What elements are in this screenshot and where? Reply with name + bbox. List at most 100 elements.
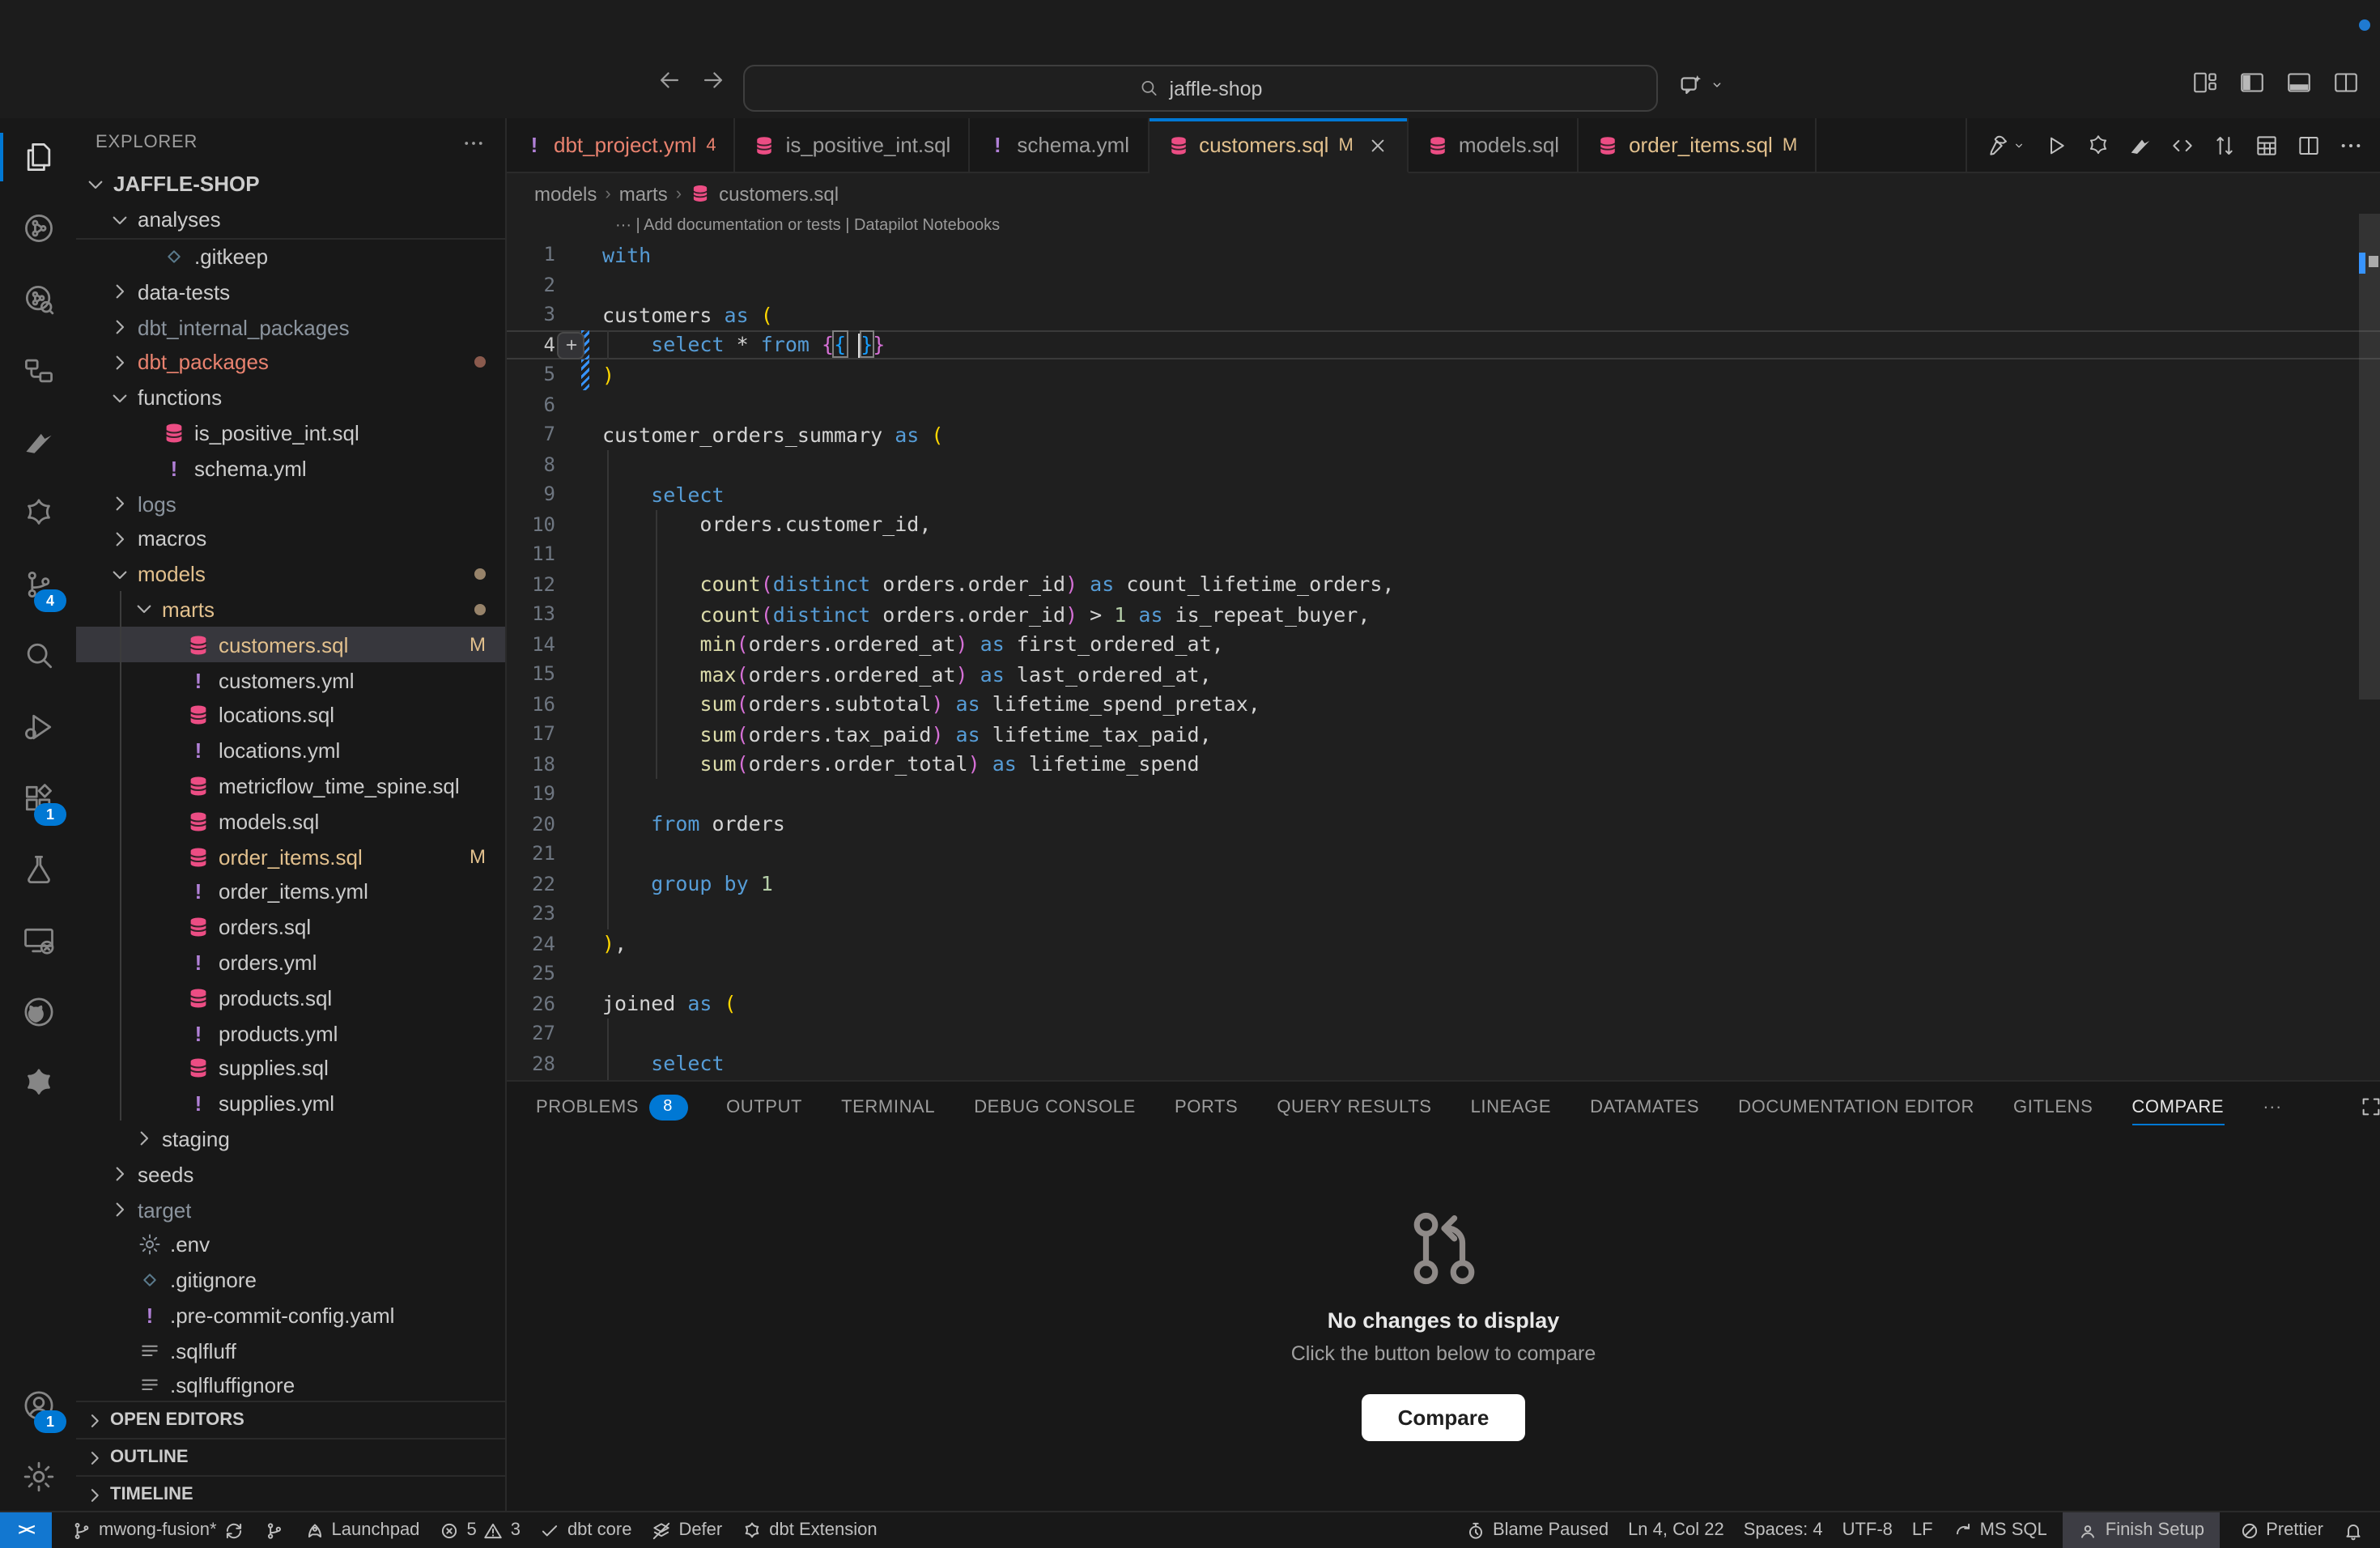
activity-search[interactable]	[0, 620, 76, 691]
compile-sql-icon[interactable]	[2170, 132, 2195, 158]
tree-item-seeds[interactable]: seeds	[76, 1157, 505, 1193]
tree-item-models[interactable]: models	[76, 557, 505, 593]
tab-is_positive_int.sql[interactable]: is_positive_int.sql	[736, 118, 971, 172]
activity-source-control[interactable]: 4	[0, 549, 76, 620]
code-line-2[interactable]: 2	[507, 270, 2380, 300]
status-formatter[interactable]: Prettier	[2238, 1520, 2323, 1541]
toggle-primary-sidebar-icon[interactable]	[2238, 68, 2267, 97]
code-line-6[interactable]: 6	[507, 389, 2380, 419]
remote-indicator[interactable]: ><	[0, 1512, 52, 1548]
tree-item-logs[interactable]: logs	[76, 486, 505, 521]
code-line-1[interactable]: 1with	[507, 240, 2380, 270]
navigate-forward-icon[interactable]	[699, 66, 727, 94]
add-action-button[interactable]	[557, 331, 584, 359]
status-blame[interactable]: Blame Paused	[1465, 1520, 1609, 1541]
dbt-power-user-action-icon[interactable]	[2085, 132, 2111, 158]
maximize-panel-icon[interactable]	[2360, 1095, 2380, 1119]
tree-item-customers.yml[interactable]: !customers.yml	[76, 662, 505, 698]
tree-item-staging[interactable]: staging	[76, 1121, 505, 1157]
code-line-10[interactable]: 10 orders.customer_id,	[507, 509, 2380, 539]
panel-tab-lineage[interactable]: LINEAGE	[1471, 1082, 1552, 1132]
code-editor[interactable]: ··· | Add documentation or tests | Datap…	[507, 214, 2380, 1080]
panel-tab-compare[interactable]: COMPARE	[2131, 1082, 2224, 1132]
tree-item-marts[interactable]: marts	[76, 592, 505, 627]
status-notifications[interactable]	[2343, 1520, 2364, 1541]
code-line-17[interactable]: 17 sum(orders.tax_paid) as lifetime_tax_…	[507, 719, 2380, 749]
codelens-actions[interactable]: ··· | Add documentation or tests | Datap…	[507, 214, 2380, 240]
breadcrumb-marts[interactable]: marts	[619, 182, 668, 205]
tab-models.sql[interactable]: models.sql	[1409, 118, 1579, 172]
status-dbt-core[interactable]: dbt core	[540, 1520, 632, 1541]
tree-item-analyses[interactable]: analyses	[76, 202, 505, 240]
section-timeline[interactable]: TIMELINE	[76, 1475, 505, 1512]
tree-item-orders.yml[interactable]: !orders.yml	[76, 945, 505, 980]
code-line-13[interactable]: 13 count(distinct orders.order_id) > 1 a…	[507, 599, 2380, 629]
activity-dbt[interactable]	[0, 406, 76, 478]
status-problems[interactable]: 53	[439, 1520, 521, 1541]
run-query-icon[interactable]	[2043, 132, 2069, 158]
code-line-26[interactable]: 26joined as (	[507, 989, 2380, 1019]
tab-order_items.sql[interactable]: order_items.sqlM	[1579, 118, 1817, 172]
tree-item-macros[interactable]: macros	[76, 521, 505, 557]
customize-layout-icon[interactable]	[2191, 68, 2220, 97]
tab-schema.yml[interactable]: !schema.yml	[970, 118, 1149, 172]
panel-tab-datamates[interactable]: DATAMATES	[1590, 1082, 1699, 1132]
activity-lineage[interactable]	[0, 193, 76, 264]
code-line-7[interactable]: 7customer_orders_summary as (	[507, 419, 2380, 449]
status-git-graph[interactable]	[264, 1520, 285, 1541]
tree-item-.pre-commit-config.yaml[interactable]: !.pre-commit-config.yaml	[76, 1298, 505, 1333]
panel-tab-terminal[interactable]: TERMINAL	[841, 1082, 935, 1132]
status-branch[interactable]: mwong-fusion*	[71, 1520, 244, 1541]
code-line-11[interactable]: 11	[507, 539, 2380, 569]
code-line-22[interactable]: 22 group by 1	[507, 869, 2380, 899]
code-line-9[interactable]: 9 select	[507, 479, 2380, 509]
activity-explorer[interactable]	[0, 121, 76, 193]
tree-item-supplies.sql[interactable]: supplies.sql	[76, 1051, 505, 1087]
code-line-20[interactable]: 20 from orders	[507, 809, 2380, 839]
tree-item-locations.yml[interactable]: !locations.yml	[76, 734, 505, 769]
tree-item-products.yml[interactable]: !products.yml	[76, 1015, 505, 1051]
tree-item-is_positive_int.sql[interactable]: is_positive_int.sql	[76, 415, 505, 451]
navigate-back-icon[interactable]	[656, 66, 683, 94]
tree-item-models.sql[interactable]: models.sql	[76, 804, 505, 840]
activity-lineage-explorer[interactable]	[0, 264, 76, 335]
activity-github[interactable]	[0, 976, 76, 1048]
split-editor-icon[interactable]	[2296, 132, 2322, 158]
code-line-24[interactable]: 24),	[507, 929, 2380, 959]
tree-item-metricflow_time_spine.sql[interactable]: metricflow_time_spine.sql	[76, 768, 505, 804]
tree-item-.gitignore[interactable]: .gitignore	[76, 1262, 505, 1298]
status-cursor-position[interactable]: Ln 4, Col 22	[1628, 1520, 1724, 1540]
status-indentation[interactable]: Spaces: 4	[1744, 1520, 1823, 1540]
code-line-12[interactable]: 12 count(distinct orders.order_id) as co…	[507, 569, 2380, 599]
dbt-build-icon[interactable]	[1983, 132, 2027, 158]
panel-tab-documentation-editor[interactable]: DOCUMENTATION EDITOR	[1738, 1082, 1974, 1132]
status-finish-setup[interactable]: Finish Setup	[2063, 1512, 2219, 1548]
status-encoding[interactable]: UTF-8	[1842, 1520, 1893, 1540]
tree-item-dbt_internal_packages[interactable]: dbt_internal_packages	[76, 309, 505, 345]
panel-tab-query-results[interactable]: QUERY RESULTS	[1277, 1082, 1431, 1132]
more-actions-icon[interactable]	[2338, 132, 2364, 158]
section-outline[interactable]: OUTLINE	[76, 1438, 505, 1475]
dbt-action-icon[interactable]	[2127, 132, 2153, 158]
code-line-21[interactable]: 21	[507, 839, 2380, 869]
tree-item-dbt_packages[interactable]: dbt_packages	[76, 345, 505, 381]
status-language-mode[interactable]: MS SQL	[1953, 1520, 2047, 1541]
code-line-14[interactable]: 14 min(orders.ordered_at) as first_order…	[507, 629, 2380, 659]
tree-item-supplies.yml[interactable]: !supplies.yml	[76, 1086, 505, 1121]
tab-dbt_project.yml[interactable]: !dbt_project.yml4	[507, 118, 736, 172]
compare-changes-icon[interactable]	[2212, 132, 2238, 158]
code-line-3[interactable]: 3customers as (	[507, 300, 2380, 330]
query-results-icon[interactable]	[2254, 132, 2280, 158]
tree-item-target[interactable]: target	[76, 1192, 505, 1227]
code-line-27[interactable]: 27	[507, 1019, 2380, 1048]
toggle-panel-icon[interactable]	[2284, 68, 2314, 97]
tree-item-locations.sql[interactable]: locations.sql	[76, 698, 505, 734]
code-line-8[interactable]: 8	[507, 449, 2380, 479]
tree-item-.env[interactable]: .env	[76, 1227, 505, 1263]
tree-root-jaffle-shop[interactable]: JAFFLE-SHOP	[76, 167, 505, 202]
tree-item-data-tests[interactable]: data-tests	[76, 274, 505, 310]
tree-item-.gitkeep[interactable]: .gitkeep	[76, 239, 505, 274]
status-dbt-extension[interactable]: dbt Extension	[742, 1520, 877, 1541]
tree-item-customers.sql[interactable]: customers.sqlM	[76, 627, 505, 663]
panel-tab-ports[interactable]: PORTS	[1175, 1082, 1238, 1132]
